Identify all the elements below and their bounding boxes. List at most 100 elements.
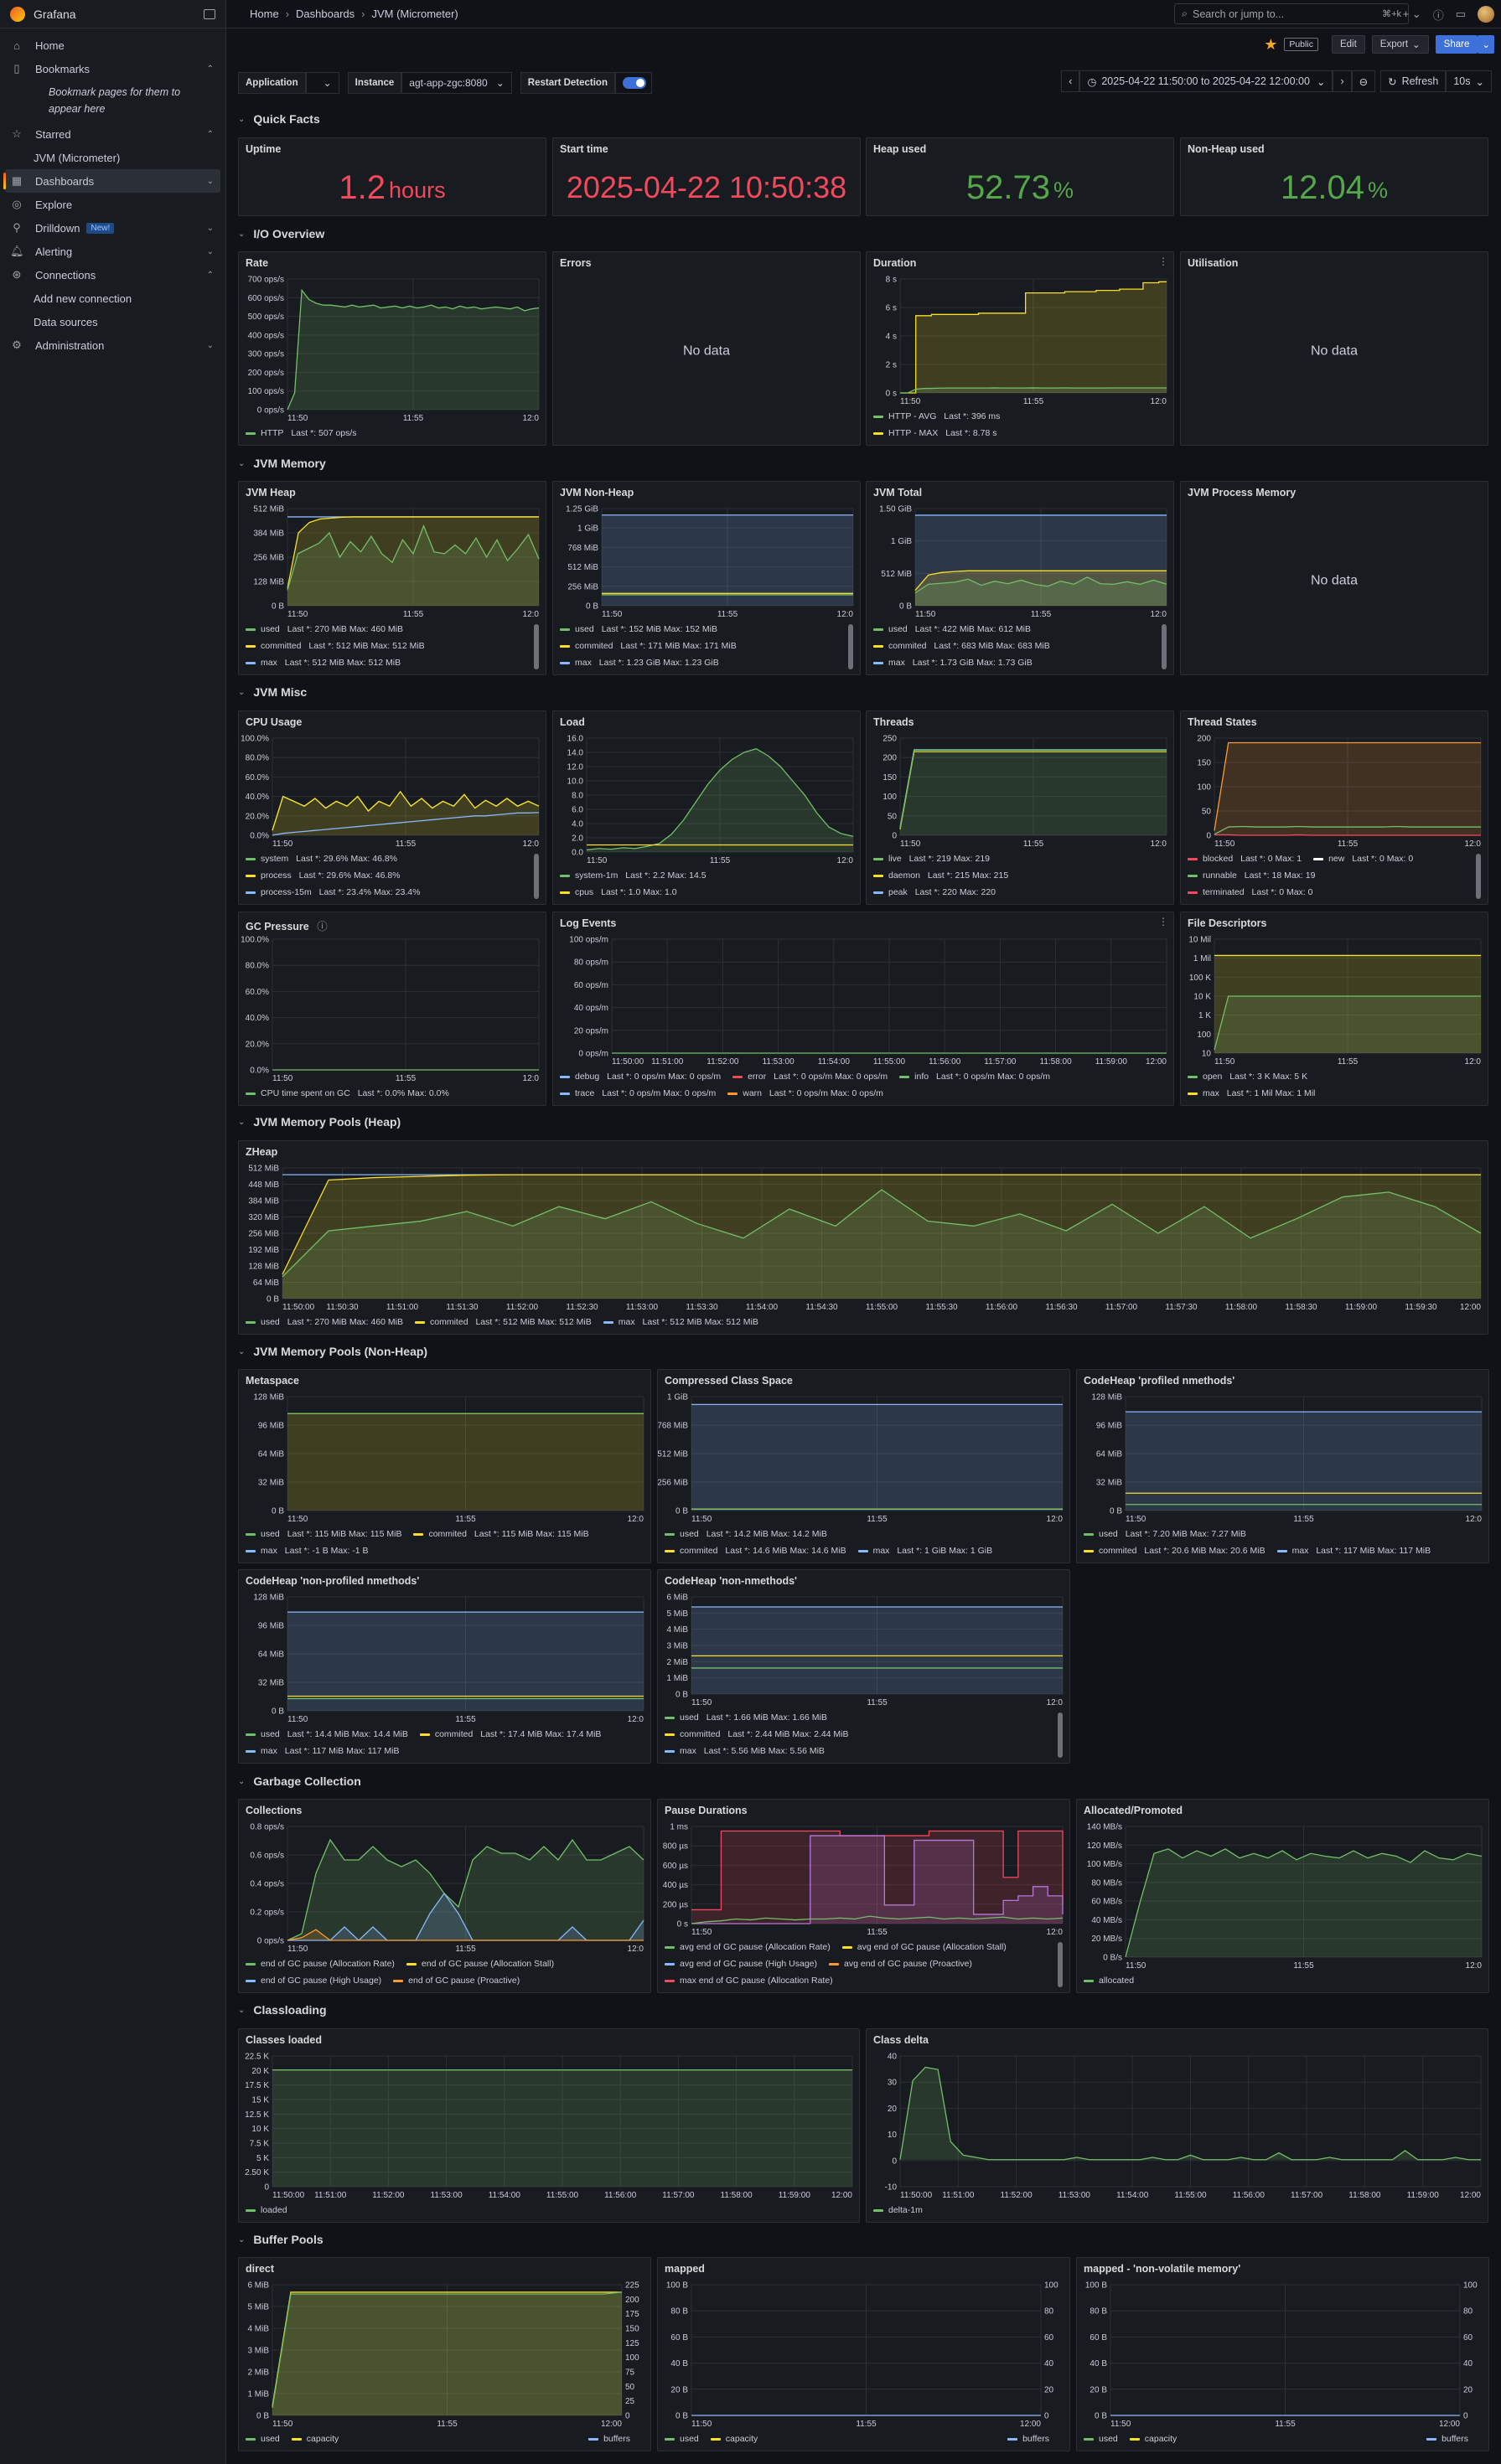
row-jvm-memory[interactable]: ⌄ JVM Memory [238,452,326,474]
row-classloading[interactable]: ⌄ Classloading [238,1999,327,2021]
legend-item[interactable]: capacity [291,2430,339,2447]
nav-dashboards[interactable]: ▦ Dashboards ⌄ [3,169,220,193]
info-icon[interactable]: ⓘ [314,921,328,932]
chevron-up-icon[interactable]: ⌃ [207,130,214,139]
chevron-up-icon[interactable]: ⌃ [207,65,214,74]
panel-direct[interactable]: direct 6 MiB 5 MiB 4 MiB 3 MiB 2 MiB 1 MiB 0 B 2… [238,2257,651,2451]
chart-chnp[interactable]: 128 MiB 96 MiB 64 MiB 32 MiB 0 B11:50 11:55 12… [239,1590,651,1726]
legend-item[interactable]: used Last *: 1.66 MiB Max: 1.66 MiB [665,1709,827,1726]
legend-item[interactable]: used Last *: 152 MiB Max: 152 MiB [560,621,717,638]
panel-menu-icon[interactable]: ⋮ [1158,916,1168,927]
row-io-overview[interactable]: ⌄ I/O Overview [238,223,324,245]
chart-fd[interactable]: 10 Mil 1 Mil 100 K 10 K 1 K 100 1011:50 11:55 12… [1181,932,1488,1068]
legend-item[interactable]: capacity [1129,2430,1177,2447]
legend-item[interactable]: process Last *: 29.6% Max: 46.8% [246,867,401,884]
breadcrumb-dashboards[interactable]: Dashboards [296,8,355,20]
nav-administration[interactable]: ⚙ Administration ⌄ [5,333,220,357]
panel-errors[interactable]: Errors No data [552,251,861,446]
panel-pause[interactable]: Pause Durations 1 ms 800 µs 600 µs 400 µs 200… [657,1799,1070,1993]
panel-classes[interactable]: Classes loaded 22.5 K 20 K 17.5 K 15 K 12.5 K… [238,2028,860,2223]
chart-total[interactable]: 1.50 GiB 1 GiB 512 MiB 0 B11:50 11:55 12:0 [867,502,1174,621]
legend-item[interactable]: avg end of GC pause (High Usage) [665,1955,817,1972]
legend-item[interactable]: cpus Last *: 1.0 Max: 1.0 [560,884,677,901]
stat-nonheap-used[interactable]: Non-Heap used 12.04% [1180,137,1488,216]
legend-item[interactable]: system-1m Last *: 2.2 Max: 14.5 [560,867,707,884]
application-select[interactable]: ⌄ [305,72,339,94]
legend-scrollbar[interactable] [1476,854,1481,899]
row-jvm-misc[interactable]: ⌄ JVM Misc [238,681,307,703]
chart-classes[interactable]: 22.5 K 20 K 17.5 K 15 K 12.5 K 10 K 7.5 K 5 K 2.… [239,2049,860,2202]
legend-item[interactable]: buffers [588,2430,630,2447]
search-input[interactable]: ⌕ Search or jump to... ⌘+k [1174,3,1409,24]
legend-item[interactable]: CPU time spent on GC Last *: 0.0% Max: 0… [246,1085,449,1102]
edit-button[interactable]: Edit [1331,35,1365,54]
row-buffer-pools[interactable]: ⌄ Buffer Pools [238,2229,323,2250]
legend-item[interactable]: used Last *: 14.2 MiB Max: 14.2 MiB [665,1526,827,1542]
breadcrumb-home[interactable]: Home [250,8,279,20]
panel-logs[interactable]: Log Events ⋮ 100 ops/m 80 ops/m 60 ops/m 40 o… [552,912,1174,1106]
time-forward-button[interactable]: › [1333,70,1352,92]
row-memory-pools-nonheap[interactable]: ⌄ JVM Memory Pools (Non-Heap) [238,1340,427,1362]
panel-chnp[interactable]: CodeHeap 'non-profiled nmethods' 128 MiB 9… [238,1569,651,1764]
stat-start-time[interactable]: Start time 2025-04-22 10:50:38 [552,137,861,216]
legend-item[interactable]: commited Last *: 683 MiB Max: 683 MiB [873,638,1050,654]
chart-rate[interactable]: 700 ops/s 600 ops/s 500 ops/s 400 ops/s 300 … [239,272,546,425]
panel-cpu[interactable]: CPU Usage 100.0% 80.0% 60.0% 40.0% 20.0% 0.0% 1… [238,710,546,905]
legend-item[interactable]: max Last *: 512 MiB Max: 512 MiB [603,1314,758,1330]
nav-data-sources[interactable]: Data sources [0,310,225,333]
panel-gcp[interactable]: GC Pressure ⓘ 100.0% 80.0% 60.0% 40.0% 20.0% 0… [238,912,546,1106]
legend-scrollbar[interactable] [534,624,539,669]
panel-mapped[interactable]: mapped 100 B 80 B 60 B 40 B 20 B 0 B 100 80 60 40 2… [657,2257,1070,2451]
share-button[interactable]: Share [1435,35,1478,54]
chart-gcp[interactable]: 100.0% 80.0% 60.0% 40.0% 20.0% 0.0%11:50 11:55… [239,932,546,1085]
panel-heap[interactable]: JVM Heap 512 MiB 384 MiB 256 MiB 128 MiB 0 B1… [238,481,546,675]
chevron-down-icon[interactable]: ⌄ [207,224,214,233]
panel-procmem[interactable]: JVM Process Memory No data [1180,481,1488,675]
legend-item[interactable]: end of GC pause (Allocation Stall) [406,1955,554,1972]
legend-item[interactable]: max Last *: 1.23 GiB Max: 1.23 GiB [560,654,719,671]
chart-tstates[interactable]: 200 150 100 50 011:50 11:55 12:0 [1181,731,1488,850]
chart-mappednv[interactable]: 100 B 80 B 60 B 40 B 20 B 0 B 100 80 60 40 20 0 11:5… [1077,2278,1489,2430]
share-dropdown-icon[interactable]: ⌄ [1478,35,1494,54]
legend-item[interactable]: info Last *: 0 ops/m Max: 0 ops/m [899,1068,1050,1085]
legend-item[interactable]: blocked Last *: 0 Max: 1 [1188,850,1302,867]
legend-item[interactable]: system Last *: 29.6% Max: 46.8% [246,850,397,867]
chart-direct[interactable]: 6 MiB 5 MiB 4 MiB 3 MiB 2 MiB 1 MiB 0 B 225 200 1… [239,2278,651,2430]
legend-item[interactable]: max Last *: 1 GiB Max: 1 GiB [857,1542,992,1559]
legend-item[interactable]: max Last *: 117 MiB Max: 117 MiB [246,1743,400,1759]
legend-item[interactable]: commited Last *: 512 MiB Max: 512 MiB [415,1314,592,1330]
dock-menu-icon[interactable] [204,8,215,19]
nav-starred-jvm[interactable]: JVM (Micrometer) [0,146,225,169]
chart-cpu[interactable]: 100.0% 80.0% 60.0% 40.0% 20.0% 0.0%11:50 11:55… [239,731,546,850]
legend-item[interactable]: used Last *: 270 MiB Max: 460 MiB [246,621,403,638]
legend-item[interactable]: delta-1m [873,2202,923,2219]
chart-load[interactable]: 16.0 14.0 12.0 10.0 8.0 6.0 4.0 2.0 0.0 11:50 11:5… [553,731,861,867]
grafana-logo-icon[interactable] [10,6,25,22]
legend-item[interactable]: peak Last *: 220 Max: 220 [873,884,996,901]
legend-item[interactable]: commited Last *: 115 MiB Max: 115 MiB [413,1526,589,1542]
legend-item[interactable]: trace Last *: 0 ops/m Max: 0 ops/m [560,1085,716,1102]
chart-coll[interactable]: 0.8 ops/s 0.6 ops/s 0.4 ops/s 0.2 ops/s 0 op… [239,1820,651,1955]
news-icon[interactable]: ▭ [1456,8,1466,21]
legend-item[interactable]: max Last *: 1.73 GiB Max: 1.73 GiB [873,654,1033,671]
panel-fd[interactable]: File Descriptors 10 Mil 1 Mil 100 K 10 K1 K1… [1180,912,1488,1106]
legend-item[interactable]: end of GC pause (Proactive) [393,1972,520,1989]
legend-item[interactable]: daemon Last *: 215 Max: 215 [873,867,1008,884]
panel-cdelta[interactable]: Class delta 40 30 20 10 0 -10 11:50:00 11:51:00 1… [866,2028,1488,2223]
panel-duration[interactable]: Duration ⋮ 8 s 6 s 4 s 2 s 0 s 11:50 11:55 12:0 HT… [866,251,1174,446]
panel-chn[interactable]: CodeHeap 'non-nmethods' 6 MiB 5 MiB 4 MiB 3 … [657,1569,1070,1764]
legend-item[interactable]: live Last *: 219 Max: 219 [873,850,990,867]
legend-item[interactable]: avg end of GC pause (Proactive) [829,1955,972,1972]
nav-alerting[interactable]: 🔔︎ Alerting ⌄ [5,240,220,263]
legend-scrollbar[interactable] [534,854,539,899]
chart-meta[interactable]: 128 MiB 96 MiB 64 MiB 32 MiB 0 B11:50 11:55 12… [239,1390,651,1526]
panel-menu-icon[interactable]: ⋮ [1158,256,1168,267]
avatar[interactable] [1478,6,1494,23]
panel-coll[interactable]: Collections 0.8 ops/s 0.6 ops/s 0.4 ops/s 0.… [238,1799,651,1993]
legend-item[interactable]: HTTP Last *: 507 ops/s [246,425,357,442]
panel-rate[interactable]: Rate 700 ops/s 600 ops/s 500 ops/s 400 ops/s… [238,251,546,446]
chart-pause[interactable]: 1 ms 800 µs 600 µs 400 µs 200 µs 0 s11:50 11:5… [658,1820,1070,1939]
legend-item[interactable]: used [246,2430,280,2447]
refresh-interval-select[interactable]: 10s ⌄ [1446,70,1492,92]
legend-item[interactable]: max Last *: -1 B Max: -1 B [246,1542,369,1559]
